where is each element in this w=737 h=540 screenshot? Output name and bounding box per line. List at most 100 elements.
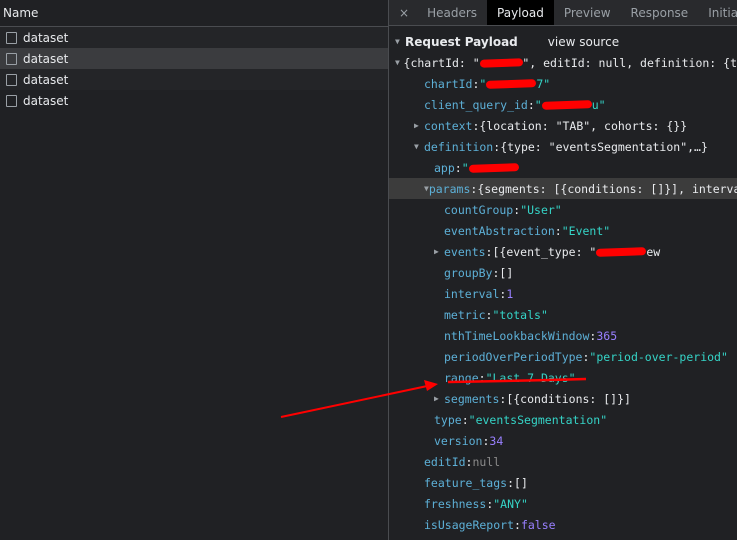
tab-preview[interactable]: Preview (554, 0, 621, 25)
colon: : (485, 307, 493, 322)
triangle-right-icon[interactable]: ▶ (434, 394, 444, 403)
triangle-down-icon[interactable]: ▼ (414, 142, 424, 151)
property-key: version (434, 433, 483, 448)
property-value: "ANY" (493, 496, 528, 511)
property-value: "totals" (492, 307, 548, 322)
value-prefix: [{event_type: " (492, 244, 597, 259)
payload-line[interactable]: version: 34 (389, 430, 737, 451)
colon: : (472, 118, 480, 133)
tab-payload[interactable]: Payload (487, 0, 554, 25)
property-value: {type: "eventsSegmentation",…} (500, 139, 708, 154)
redaction-mark (468, 162, 519, 173)
property-value: [] (514, 475, 528, 490)
payload-line[interactable]: feature_tags: [] (389, 472, 737, 493)
name-column-header[interactable]: Name (0, 0, 389, 27)
colon: : (470, 181, 478, 196)
close-icon[interactable]: × (389, 0, 417, 25)
colon: : (554, 223, 562, 238)
property-value: 34 (489, 433, 504, 448)
request-payload-header[interactable]: ▼ Request Payload view source (389, 31, 737, 52)
triangle-right-icon[interactable]: ▶ (414, 121, 424, 130)
checkbox-icon[interactable] (6, 73, 17, 86)
property-key: editId (424, 454, 466, 469)
triangle-down-icon[interactable]: ▼ (395, 58, 404, 67)
payload-line[interactable]: app: " (389, 157, 737, 178)
payload-line[interactable]: nthTimeLookbackWindow: 365 (389, 325, 737, 346)
payload-line[interactable]: editId: null (389, 451, 737, 472)
colon: : (499, 286, 507, 301)
triangle-down-icon[interactable]: ▼ (395, 37, 405, 46)
request-name: dataset (23, 30, 69, 45)
payload-line[interactable]: isUsageReport: false (389, 514, 737, 535)
payload-line[interactable]: ▼ params: {segments: [{conditions: []}], … (389, 178, 737, 199)
payload-line[interactable]: ▶ events: [{event_type: " ew (389, 241, 737, 262)
payload-line[interactable]: eventAbstraction: "Event" (389, 220, 737, 241)
request-row[interactable]: dataset (0, 69, 389, 90)
tab-response[interactable]: Response (621, 0, 699, 25)
request-row[interactable]: dataset (0, 27, 389, 48)
property-key: freshness (424, 496, 487, 511)
payload-line[interactable]: ▼ definition: {type: "eventsSegmentation"… (389, 136, 737, 157)
details-tabs: × HeadersPayloadPreviewResponseInitiator (389, 0, 737, 26)
payload-line[interactable]: client_query_id: " u" (389, 94, 737, 115)
payload-line[interactable]: groupBy: [] (389, 262, 737, 283)
request-row[interactable]: dataset (0, 48, 389, 69)
payload-line[interactable]: range: "Last 7 Days" (389, 367, 737, 388)
property-key: nthTimeLookbackWindow (444, 328, 590, 343)
payload-line[interactable]: periodOverPeriodType: "period-over-perio… (389, 346, 737, 367)
property-key: events (444, 244, 486, 259)
redaction-mark (596, 246, 647, 257)
payload-line[interactable]: chartId: " 7" (389, 73, 737, 94)
value-prefix: " (461, 160, 469, 175)
colon: : (513, 202, 521, 217)
property-key: app (434, 160, 455, 175)
colon: : (514, 517, 521, 532)
request-name: dataset (23, 93, 69, 108)
checkbox-icon[interactable] (6, 52, 17, 65)
property-key: params (428, 181, 471, 196)
tab-headers[interactable]: Headers (417, 0, 487, 25)
value-suffix: ", editId: null, definition: {t (522, 55, 737, 70)
request-row[interactable]: dataset (0, 90, 389, 111)
colon: : (465, 454, 473, 469)
colon: : (589, 328, 597, 343)
payload-line[interactable]: type: "eventsSegmentation" (389, 409, 737, 430)
payload-line[interactable]: ▶ context: {location: "TAB", cohorts: {}} (389, 115, 737, 136)
property-value: {segments: [{conditions: []}], interval (477, 181, 737, 196)
payload-line[interactable]: freshness: "ANY" (389, 493, 737, 514)
property-key: periodOverPeriodType (444, 349, 583, 364)
checkbox-icon[interactable] (6, 94, 17, 107)
property-key: interval (444, 286, 500, 301)
value-suffix: ew (646, 244, 661, 259)
property-key: eventAbstraction (444, 223, 555, 238)
redaction-mark (486, 78, 537, 89)
colon: : (493, 139, 501, 154)
tab-initiator[interactable]: Initiator (698, 0, 737, 25)
checkbox-icon[interactable] (6, 31, 17, 44)
property-value: 1 (506, 286, 514, 301)
payload-line[interactable]: metric: "totals" (389, 304, 737, 325)
colon: : (472, 76, 480, 91)
view-source-link[interactable]: view source (548, 35, 619, 49)
property-value: "Event" (561, 223, 611, 238)
property-value: [] (499, 265, 514, 280)
colon: : (461, 412, 469, 427)
payload-line[interactable]: ▼ {chartId: " ", editId: null, definition:… (389, 52, 737, 73)
payload-line[interactable]: interval: 1 (389, 283, 737, 304)
property-value: "Last 7 Days" (485, 370, 576, 385)
property-key: range (444, 370, 479, 385)
colon: : (582, 349, 590, 364)
colon: : (499, 391, 507, 406)
triangle-right-icon[interactable]: ▶ (434, 247, 444, 256)
property-key: countGroup (444, 202, 514, 217)
payload-line[interactable]: ▶ segments: [{conditions: []}] (389, 388, 737, 409)
payload-line[interactable]: countGroup: "User" (389, 199, 737, 220)
colon: : (454, 160, 462, 175)
request-name: dataset (23, 72, 69, 87)
value-prefix: " (534, 97, 542, 112)
value-prefix: {chartId: " (403, 55, 480, 70)
property-key: context (424, 118, 473, 133)
property-key: isUsageReport (424, 517, 515, 532)
property-key: client_query_id (424, 97, 528, 112)
colon: : (485, 244, 493, 259)
